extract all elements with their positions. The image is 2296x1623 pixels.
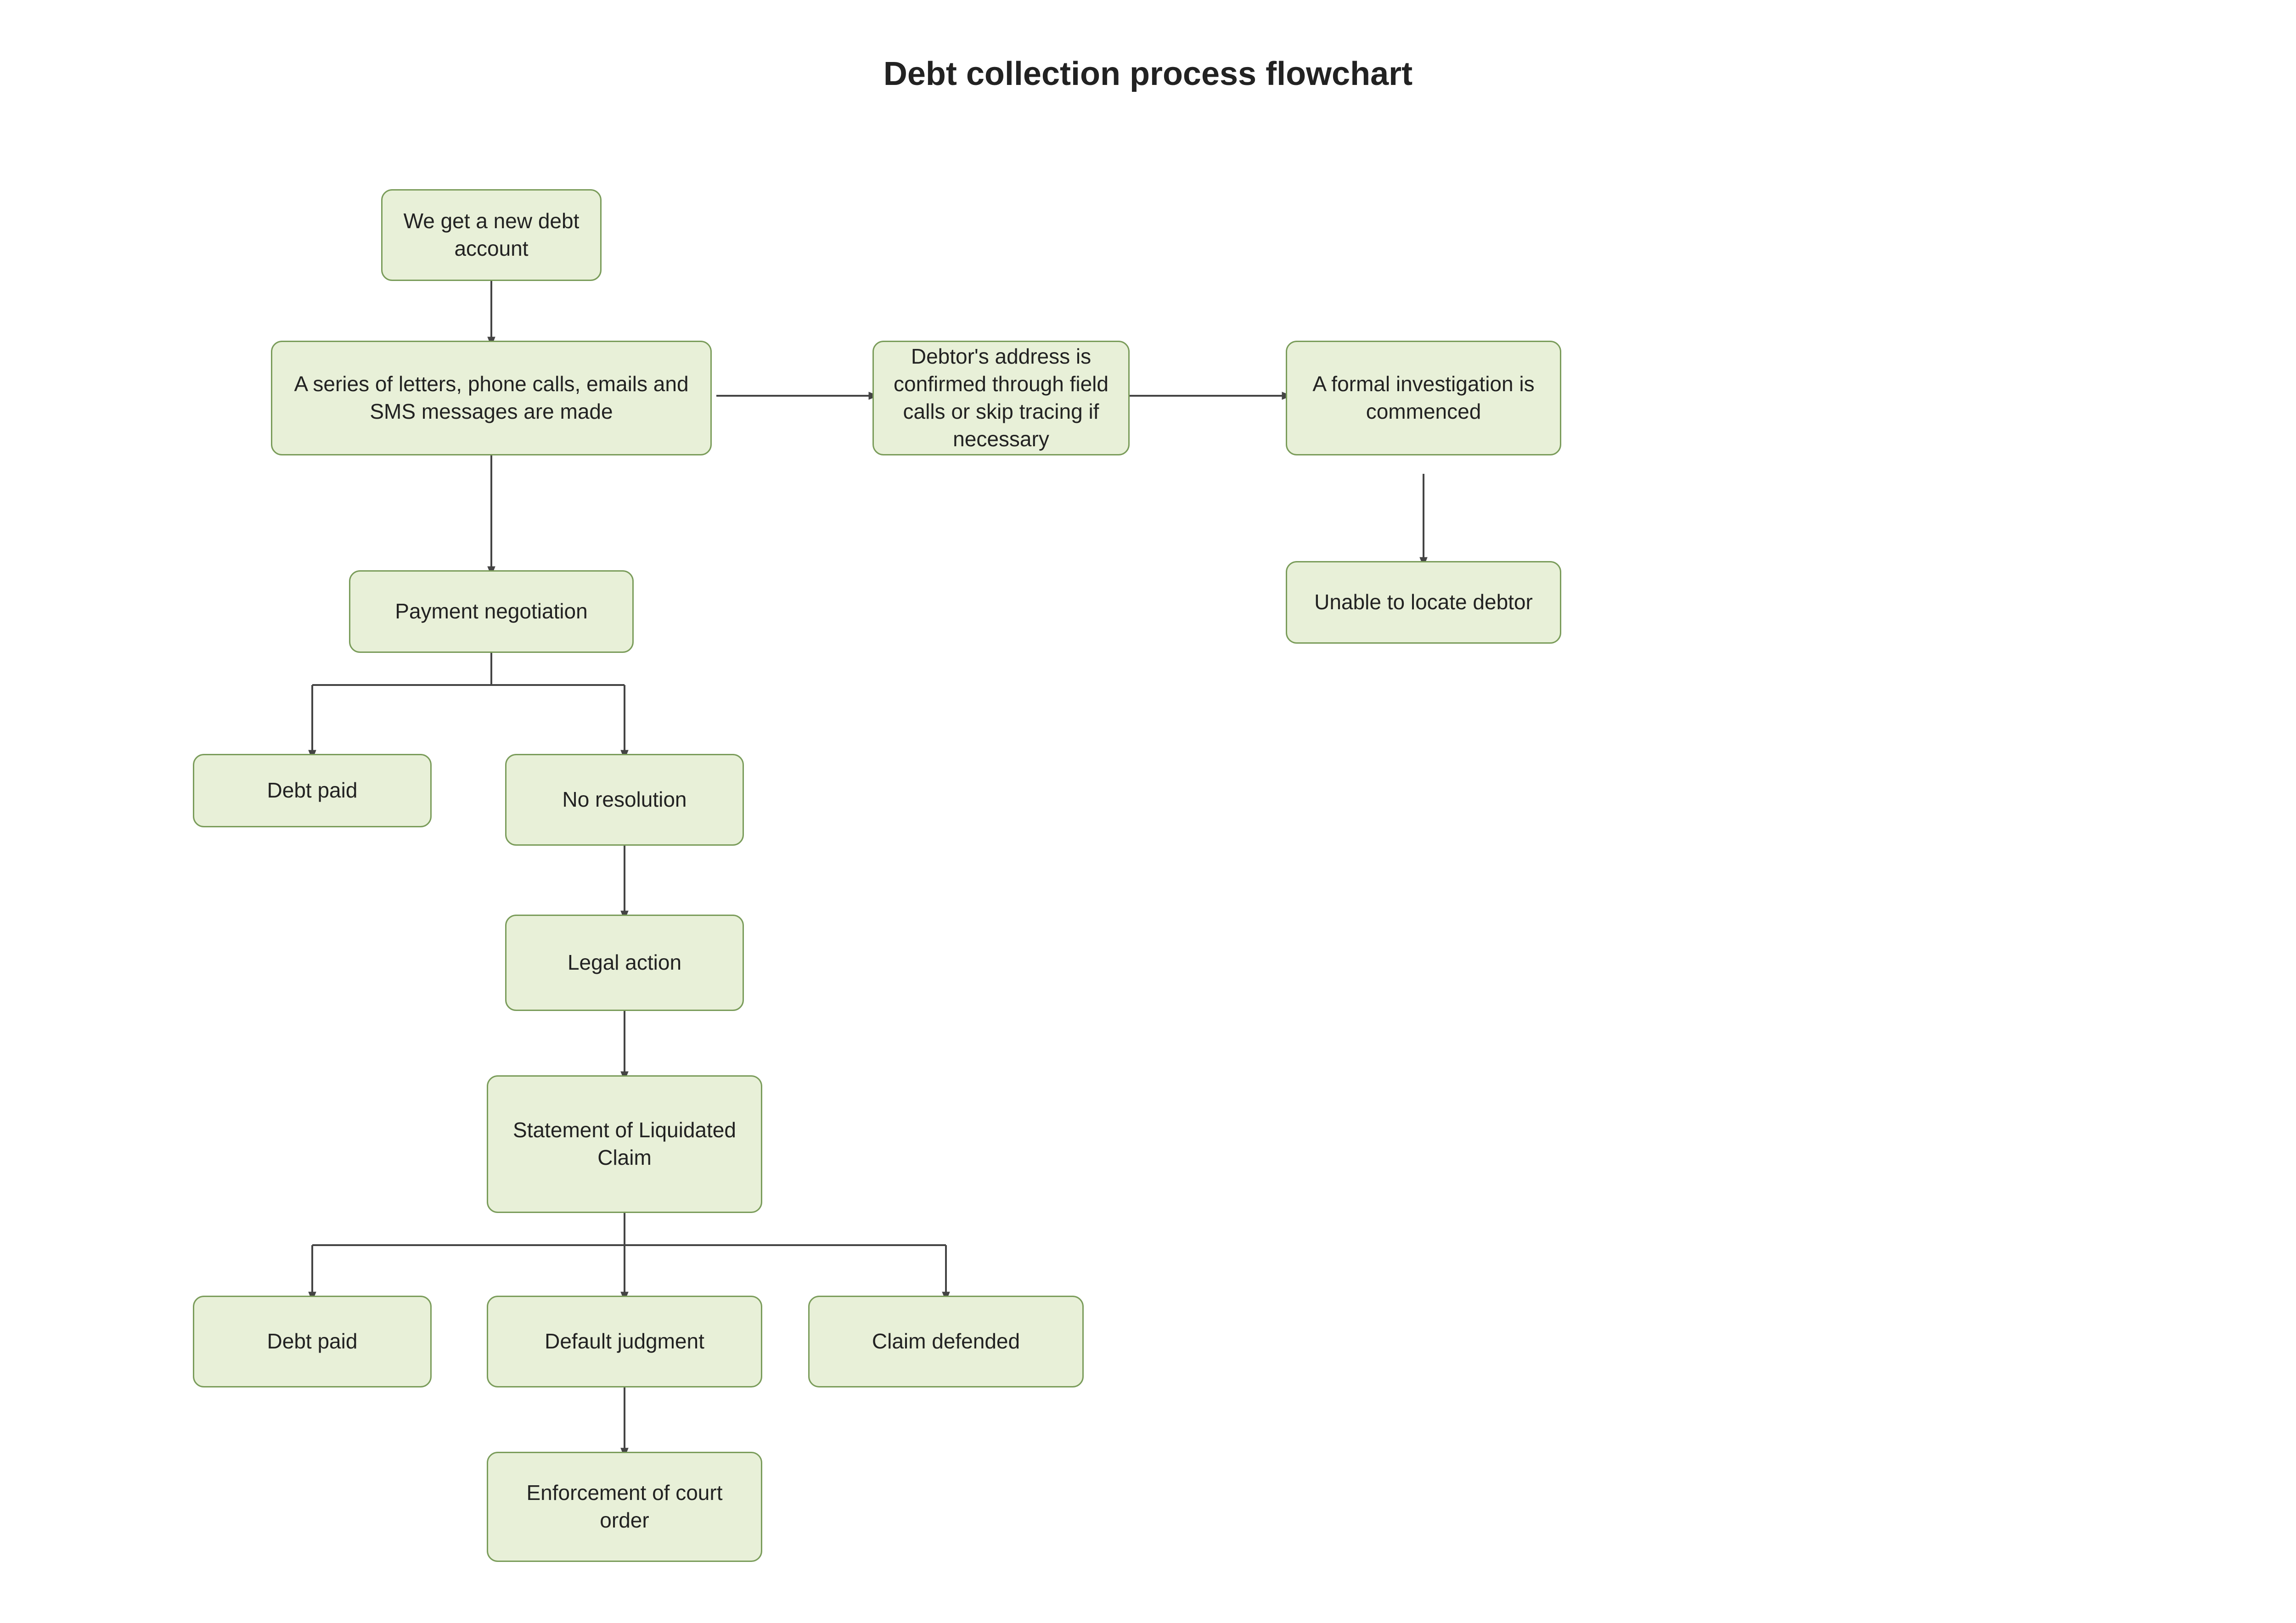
node-unable-to-locate: Unable to locate debtor (1286, 561, 1561, 644)
node-claim-defended: Claim defended (808, 1296, 1084, 1387)
node-debtor-address: Debtor's address is confirmed through fi… (872, 341, 1130, 455)
node-no-resolution: No resolution (505, 754, 744, 846)
page-title: Debt collection process flowchart (0, 0, 2296, 120)
node-enforcement: Enforcement of court order (487, 1452, 762, 1562)
node-new-debt: We get a new debt account (381, 189, 602, 281)
node-debt-paid-1: Debt paid (193, 754, 432, 827)
node-default-judgment: Default judgment (487, 1296, 762, 1387)
node-letters: A series of letters, phone calls, emails… (271, 341, 712, 455)
node-statement-liquidated: Statement of Liquidated Claim (487, 1075, 762, 1213)
node-debt-paid-2: Debt paid (193, 1296, 432, 1387)
node-payment-negotiation: Payment negotiation (349, 570, 634, 653)
node-formal-investigation: A formal investigation is commenced (1286, 341, 1561, 455)
node-legal-action: Legal action (505, 915, 744, 1011)
